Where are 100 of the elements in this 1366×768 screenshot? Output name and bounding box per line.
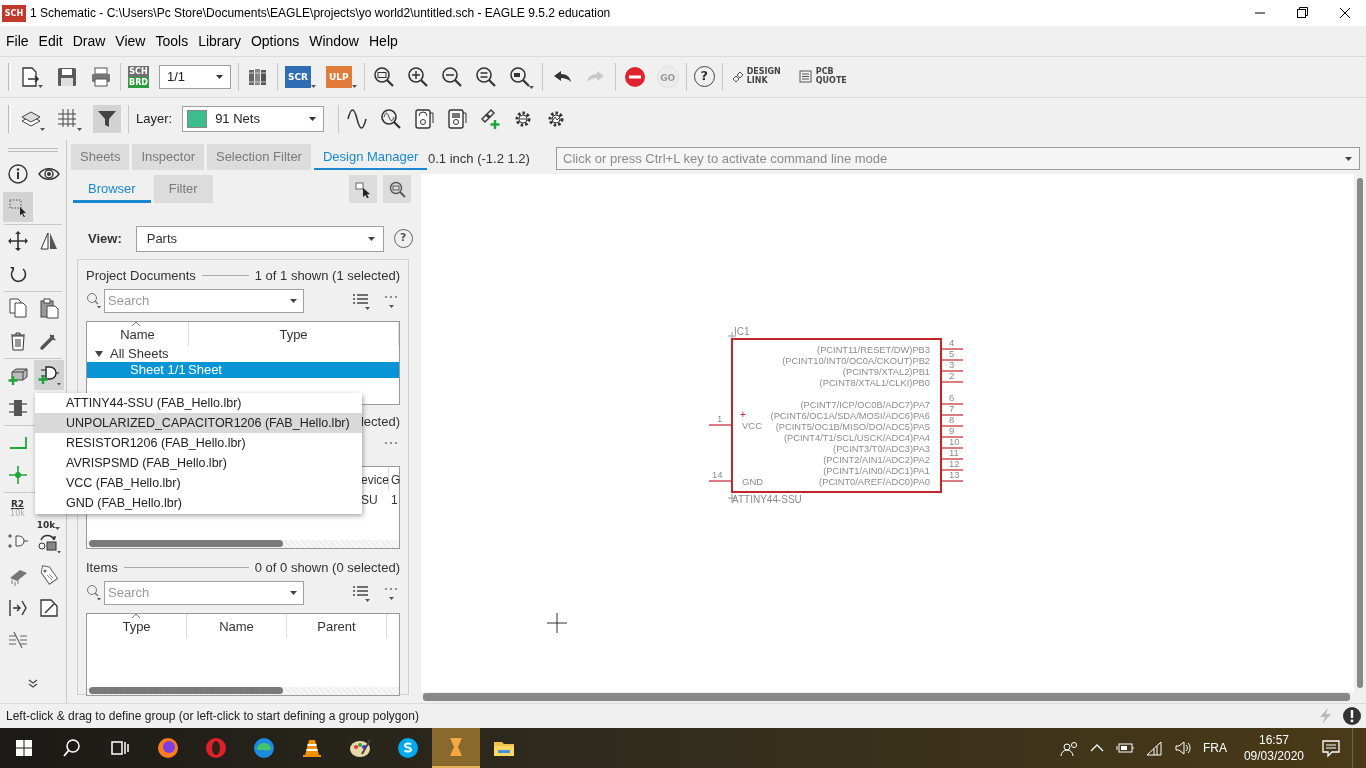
pin-number: 7 bbox=[949, 402, 955, 414]
task-view-icon[interactable] bbox=[110, 738, 130, 758]
zoom-fit-icon[interactable] bbox=[371, 64, 396, 89]
pin-number: 12 bbox=[949, 457, 960, 469]
list-view-icon[interactable] bbox=[352, 583, 370, 602]
menu-item[interactable]: Tools bbox=[150, 33, 194, 49]
group-select-button[interactable] bbox=[2, 192, 33, 223]
zoom-out-icon[interactable] bbox=[439, 64, 464, 89]
pin-label: (PCINT6/OC1A/SDA/MOSI/ADC6)PA6 bbox=[770, 410, 930, 421]
horizontal-scrollbar[interactable] bbox=[423, 692, 1350, 701]
new-file-icon[interactable] bbox=[19, 64, 45, 89]
column-header[interactable]: Name bbox=[87, 321, 189, 346]
value-tool[interactable]: 10k bbox=[36, 520, 61, 531]
paste-icon[interactable] bbox=[37, 297, 60, 320]
horizontal-scrollbar[interactable] bbox=[87, 686, 399, 695]
pin-number: 1 bbox=[717, 412, 723, 424]
caret-icon bbox=[311, 84, 317, 88]
grid-icon[interactable] bbox=[56, 106, 83, 131]
polarity-mark: + bbox=[740, 408, 746, 420]
search-icon[interactable] bbox=[62, 738, 82, 758]
add-button[interactable] bbox=[33, 360, 64, 391]
chat-icon[interactable] bbox=[396, 736, 420, 760]
pin-label: (PCINT3/T0/ADC3)PA3 bbox=[833, 443, 930, 454]
pin-number: 9 bbox=[949, 424, 955, 436]
column-header[interactable]: G bbox=[389, 466, 399, 491]
view-select[interactable]: Parts bbox=[135, 225, 384, 252]
start-icon[interactable] bbox=[14, 738, 34, 758]
volume-icon[interactable] bbox=[1173, 739, 1192, 757]
sheet-select[interactable]: 1/1 bbox=[159, 64, 231, 89]
design-link-button[interactable]: DESIGN LINK bbox=[729, 68, 781, 86]
pin-number: 2 bbox=[949, 369, 955, 381]
frame-icon[interactable] bbox=[37, 597, 60, 620]
menu-item[interactable]: View bbox=[110, 33, 151, 49]
name-tool[interactable]: R2 10k bbox=[10, 499, 25, 520]
column-header[interactable]: Name bbox=[187, 613, 287, 638]
column-header[interactable]: Parent bbox=[287, 613, 387, 638]
junction-icon[interactable] bbox=[6, 464, 29, 487]
pcb-quote-button[interactable]: PCB QUOTE bbox=[798, 68, 847, 86]
sort-icon bbox=[131, 320, 141, 327]
chip-outline[interactable] bbox=[731, 337, 942, 493]
chevron-down-icon[interactable] bbox=[27, 677, 39, 690]
zoom-in-icon[interactable] bbox=[405, 64, 430, 89]
command-line-field[interactable]: Click or press Ctrl+L key to activate command line mode bbox=[556, 146, 1360, 170]
pin-label: (PCINT2/AIN1/ADC2)PA2 bbox=[823, 454, 930, 465]
warning-icon[interactable] bbox=[1342, 705, 1362, 726]
pin-number: 10 bbox=[949, 435, 960, 447]
search-field[interactable]: Search bbox=[104, 288, 304, 313]
meter-icon[interactable] bbox=[445, 106, 470, 131]
menu-item[interactable]: UNPOLARIZED_CAPACITOR1206 (FAB_Hello.lbr) bbox=[35, 413, 362, 433]
menu-item[interactable]: Options bbox=[245, 33, 305, 49]
mirror-icon[interactable] bbox=[37, 230, 60, 253]
stop-icon[interactable] bbox=[622, 64, 647, 89]
menu-item[interactable]: ATTINY44-SSU (FAB_Hello.lbr) bbox=[35, 393, 362, 413]
browser-icon[interactable] bbox=[252, 736, 276, 760]
copy-icon[interactable] bbox=[6, 297, 29, 320]
zoom-icon[interactable] bbox=[473, 64, 498, 89]
move-icon[interactable] bbox=[6, 230, 29, 253]
horizontal-scrollbar[interactable] bbox=[87, 539, 399, 548]
zoom-select-icon[interactable] bbox=[507, 64, 535, 89]
maximize-icon[interactable] bbox=[1296, 5, 1309, 21]
column-header[interactable]: Type bbox=[189, 321, 399, 346]
meter-icon[interactable] bbox=[412, 106, 437, 131]
list-view-icon[interactable] bbox=[352, 291, 370, 310]
menu-item[interactable]: VCC (FAB_Hello.lbr) bbox=[35, 473, 362, 493]
browser-icon[interactable] bbox=[156, 736, 180, 760]
clock[interactable]: 16:57 09/03/2020 bbox=[1243, 732, 1304, 764]
select-in-canvas-button[interactable] bbox=[349, 174, 377, 203]
layer-select[interactable]: 91 Nets bbox=[182, 105, 325, 132]
menu-item[interactable]: Draw bbox=[67, 33, 111, 49]
caret-icon bbox=[309, 116, 317, 121]
language-indicator[interactable]: FRA bbox=[1202, 741, 1227, 755]
pin-label: VCC bbox=[742, 419, 763, 431]
column-header[interactable]: Type bbox=[87, 613, 187, 638]
menu-item[interactable]: Edit bbox=[33, 33, 68, 49]
menu-item[interactable]: RESISTOR1206 (FAB_Hello.lbr) bbox=[35, 433, 362, 453]
menu-item[interactable]: Library bbox=[193, 33, 246, 49]
pin-label: (PCINT9/XTAL2)PB1 bbox=[842, 366, 930, 377]
menu-item[interactable]: File bbox=[1, 33, 34, 49]
browser-icon[interactable] bbox=[204, 736, 228, 760]
zoom-to-selection-button[interactable] bbox=[383, 174, 411, 203]
close-icon[interactable] bbox=[1339, 5, 1351, 21]
origin-mark bbox=[727, 331, 737, 341]
pin-number: 13 bbox=[949, 468, 960, 480]
people-icon[interactable] bbox=[1059, 739, 1078, 757]
table-cell-text: SU bbox=[361, 491, 379, 508]
caret-icon bbox=[367, 236, 375, 241]
menu-item[interactable]: Window bbox=[304, 33, 364, 49]
tree-item[interactable]: All Sheets bbox=[110, 345, 169, 362]
filter-button[interactable] bbox=[93, 104, 121, 133]
wifi-icon[interactable] bbox=[1144, 739, 1163, 757]
pin-label: (PCINT0/AREF/ADC0)PA0 bbox=[819, 476, 930, 487]
search-field[interactable]: Search bbox=[104, 580, 304, 605]
menu-item[interactable]: GND (FAB_Hello.lbr) bbox=[35, 493, 362, 513]
pin-label: (PCINT11/RESET/DW)PB3 bbox=[817, 344, 930, 355]
info-icon[interactable] bbox=[6, 163, 29, 186]
menu-item[interactable]: AVRISPSMD (FAB_Hello.lbr) bbox=[35, 453, 362, 473]
pin-label: (PCINT8/XTAL1/CLKI)PB0 bbox=[819, 377, 930, 388]
menu-item[interactable]: Help bbox=[364, 33, 403, 49]
notification-icon[interactable] bbox=[1321, 738, 1341, 758]
print-icon[interactable] bbox=[89, 64, 113, 89]
